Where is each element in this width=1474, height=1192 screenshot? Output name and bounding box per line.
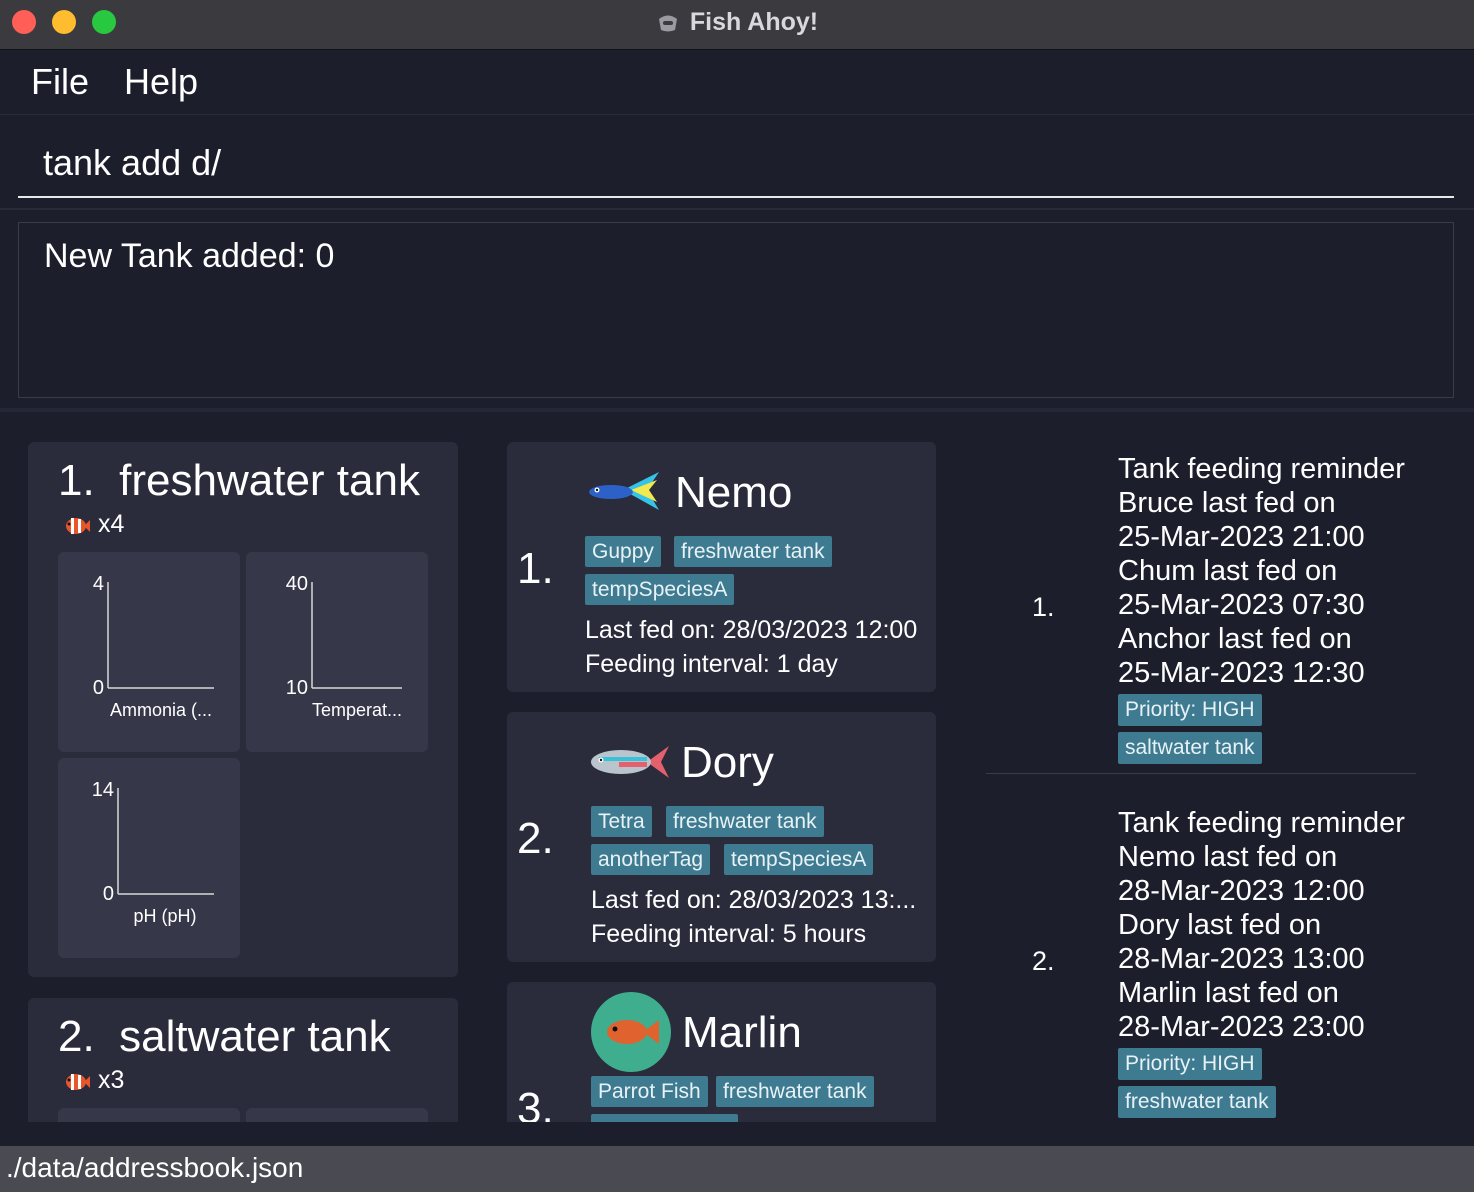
tank-count-value: x4: [98, 510, 125, 538]
ammonia-chart-axes: 4 0: [93, 573, 214, 699]
reminder-tags: Priority: HIGH freshwater tank: [1118, 1048, 1276, 1122]
status-bar: ./data/addressbook.json: [0, 1146, 1474, 1192]
reminder-line: Marlin last fed on: [1118, 977, 1339, 1009]
priority-tag: Priority: HIGH: [1118, 694, 1262, 726]
tank-index: 2.: [58, 1012, 95, 1061]
reminder-line: Tank feeding reminder: [1118, 453, 1405, 485]
fish-feeding-interval: Feeding interval: 5 hours: [591, 920, 867, 948]
temperature-chart: 40 10 Temperat...: [246, 552, 428, 752]
reminder-index: 1.: [1032, 592, 1055, 622]
save-file-path: ./data/addressbook.json: [6, 1152, 304, 1183]
window-title-group: Fish Ahoy!: [0, 0, 1474, 44]
reminder-line: 28-Mar-2023 23:00: [1118, 1011, 1365, 1043]
fish-tag: freshwater tank: [716, 1076, 874, 1107]
title-bar: Fish Ahoy!: [0, 0, 1474, 50]
fish-tag: Tetra: [591, 806, 652, 837]
reminder-line: Anchor last fed on: [1118, 623, 1352, 655]
menu-help[interactable]: Help: [124, 61, 198, 103]
tank-name: freshwater tank: [119, 456, 420, 505]
temperature-axis-label: Temperat...: [311, 700, 403, 720]
ph-chart: 14 0 pH (pH): [58, 758, 240, 958]
tank-tag: freshwater tank: [1118, 1086, 1276, 1118]
fish-tag: anotherTag: [591, 844, 711, 875]
reminder-line: Bruce last fed on: [1118, 487, 1336, 519]
parrot-fish-icon: [591, 992, 671, 1072]
fish-name: Dory: [681, 738, 774, 787]
fish-tag: tempSpeciesA: [585, 574, 735, 605]
result-text: New Tank added: 0: [44, 237, 335, 275]
tank-fish-count: x3: [62, 1066, 124, 1095]
temperature-y-min: 10: [286, 677, 308, 699]
fish-tag: Guppy: [585, 536, 661, 567]
fish-index: 1.: [517, 544, 554, 593]
tank-index: 1.: [58, 456, 95, 505]
fish-feeding-interval: Feeding interval: 1 day: [585, 650, 838, 678]
reminder-line: Nemo last fed on: [1118, 841, 1338, 873]
fish-tag: tempSpeciesA: [724, 844, 874, 875]
tank-name: saltwater tank: [119, 1012, 391, 1061]
content-panels: 1. freshwater tank x4 4 0 Ammonia (... 4…: [0, 412, 1474, 1122]
fish-last-fed: Last fed on: 28/03/2023 12:00: [585, 616, 918, 644]
command-area: [0, 116, 1474, 210]
reminder-line: Dory last fed on: [1118, 909, 1322, 941]
fish-tag: Parrot Fish: [591, 1076, 708, 1107]
reminder-line: 25-Mar-2023 21:00: [1118, 521, 1365, 553]
tank-tag: saltwater tank: [1118, 732, 1262, 764]
tank-fish-count: x4: [62, 510, 124, 539]
fish-tag: freshwater tank: [666, 806, 824, 837]
fish-card[interactable]: Marlin 3. Parrot Fish freshwater tank: [507, 982, 936, 1122]
reminder-item[interactable]: 1. Tank feeding reminder Bruce last fed …: [986, 442, 1416, 774]
reminder-line: Chum last fed on: [1118, 555, 1338, 587]
app-window: Fish Ahoy! File Help New Tank added: 0 1…: [0, 0, 1474, 1192]
temperature-y-max: 40: [286, 573, 308, 595]
tank-count-value: x3: [98, 1066, 125, 1094]
tetra-icon: [591, 746, 669, 778]
tank-card[interactable]: 1. freshwater tank x4 4 0 Ammonia (... 4…: [28, 442, 458, 977]
tank-title: 1. freshwater tank: [58, 456, 420, 506]
reminder-item[interactable]: 2. Tank feeding reminder Nemo last fed o…: [986, 796, 1416, 1122]
chart-card-partial: [246, 1108, 428, 1122]
fish-last-fed: Last fed on: 28/03/2023 13:...: [591, 886, 917, 914]
guppy-icon: [589, 472, 659, 510]
menu-file[interactable]: File: [31, 61, 89, 103]
ph-y-max: 14: [92, 779, 114, 801]
menu-bar: File Help: [0, 51, 1474, 115]
temperature-chart-axes: 40 10: [286, 573, 402, 699]
reminder-tags: Priority: HIGH saltwater tank: [1118, 694, 1262, 770]
app-icon: [658, 15, 677, 32]
result-display: New Tank added: 0: [18, 222, 1454, 398]
ph-chart-axes: 14 0: [92, 779, 214, 905]
clownfish-icon: [66, 1073, 90, 1090]
reminder-line: Tank feeding reminder: [1118, 807, 1405, 839]
reminder-index: 2.: [1032, 946, 1055, 976]
fish-card[interactable]: Dory 2. Tetra freshwater tank anotherTag…: [507, 712, 936, 962]
reminder-line: 28-Mar-2023 13:00: [1118, 943, 1365, 975]
fish-tag-partial: [591, 1114, 738, 1122]
tank-card[interactable]: 2. saltwater tank x3: [28, 998, 458, 1122]
fish-index: 2.: [517, 814, 554, 863]
fish-name: Nemo: [675, 468, 793, 517]
priority-tag: Priority: HIGH: [1118, 1048, 1262, 1080]
fish-name: Marlin: [682, 1008, 802, 1057]
window-title: Fish Ahoy!: [689, 7, 819, 36]
clownfish-icon: [66, 517, 90, 534]
chart-card-partial: [58, 1108, 240, 1122]
fish-tag: freshwater tank: [674, 536, 832, 567]
reminder-line: 28-Mar-2023 12:00: [1118, 875, 1365, 907]
fish-index: 3.: [517, 1084, 554, 1122]
command-input[interactable]: [18, 130, 1454, 198]
ph-y-min: 0: [103, 883, 114, 905]
ammonia-y-min: 0: [93, 677, 104, 699]
ph-axis-label: pH (pH): [133, 906, 197, 926]
ammonia-chart: 4 0 Ammonia (...: [58, 552, 240, 752]
tank-title: 2. saltwater tank: [58, 1012, 391, 1062]
reminder-line: 25-Mar-2023 07:30: [1118, 589, 1365, 621]
fish-card[interactable]: Nemo 1. Guppy freshwater tank tempSpecie…: [507, 442, 936, 692]
ammonia-axis-label: Ammonia (...: [109, 700, 213, 720]
reminder-text: Tank feeding reminder Nemo last fed on 2…: [1118, 806, 1405, 1044]
ammonia-y-max: 4: [93, 573, 104, 595]
reminder-text: Tank feeding reminder Bruce last fed on …: [1118, 452, 1405, 690]
reminder-line: 25-Mar-2023 12:30: [1118, 657, 1365, 689]
